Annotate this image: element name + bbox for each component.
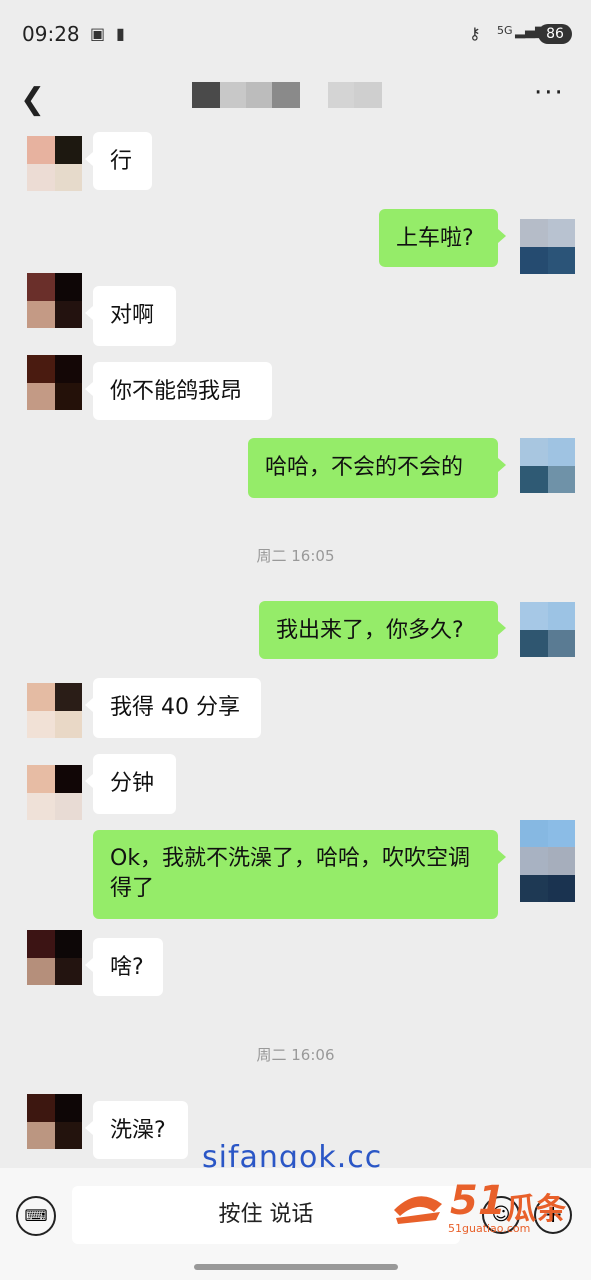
watermark-logo: 51 瓜条 51guatiao.com [390, 1178, 580, 1242]
avatar[interactable] [27, 273, 82, 328]
message-bubble[interactable]: 上车啦? [379, 209, 506, 267]
message-text: 我得 40 分享 [110, 695, 240, 720]
message-bubble[interactable]: 行 [85, 132, 152, 190]
message-bubble[interactable]: 你不能鸽我昂 [85, 362, 272, 420]
logo-number: 51 [450, 1178, 506, 1224]
message-text: 我出来了，你多久? [276, 618, 464, 643]
avatar[interactable] [27, 1094, 82, 1149]
avatar[interactable] [520, 438, 575, 493]
message-bubble[interactable]: 我得 40 分享 [85, 678, 261, 738]
avatar[interactable] [520, 602, 575, 657]
message-text: Ok，我就不洗澡了，哈哈，吹吹空调得了 [110, 846, 471, 901]
logo-icon [394, 1196, 442, 1224]
more-options-icon[interactable]: ··· [534, 78, 565, 108]
message-text: 分钟 [110, 771, 155, 796]
message-bubble[interactable]: 分钟 [85, 754, 176, 814]
avatar[interactable] [520, 820, 575, 902]
message-bubble[interactable]: 对啊 [85, 286, 176, 346]
network-indicator: 5G [497, 24, 513, 37]
message-text: 上车啦? [396, 226, 474, 251]
avatar[interactable] [27, 355, 82, 410]
chat-header: ❮ ··· [0, 70, 591, 126]
avatar[interactable] [520, 219, 575, 274]
message-text: 洗澡? [110, 1118, 166, 1143]
avatar[interactable] [27, 930, 82, 985]
clock: 09:28 [22, 22, 80, 46]
message-text: 行 [110, 149, 133, 174]
message-timestamp: 周二 16:06 [256, 1046, 335, 1064]
avatar[interactable] [27, 136, 82, 191]
key-icon: ⚷ [469, 24, 481, 43]
message-text: 对啊 [110, 303, 155, 328]
message-bubble[interactable]: 洗澡? [85, 1101, 188, 1159]
message-text: 你不能鸽我昂 [110, 379, 243, 404]
chevron-left-icon[interactable]: ❮ [20, 82, 45, 117]
status-bar: 09:28 ▣ ▮ ⚷ 5G ▂▄▆ 86 [0, 0, 591, 70]
avatar[interactable] [27, 683, 82, 738]
message-text: 啥? [110, 955, 144, 980]
chat-title-blurred [192, 82, 382, 108]
message-bubble[interactable]: Ok，我就不洗澡了，哈哈，吹吹空调得了 [93, 830, 506, 919]
battery-indicator: 86 [538, 24, 572, 44]
keyboard-icon[interactable]: ⌨ [16, 1196, 56, 1236]
home-indicator[interactable] [194, 1264, 398, 1270]
message-bubble[interactable]: 我出来了，你多久? [259, 601, 506, 659]
message-text: 哈哈，不会的不会的 [265, 455, 464, 480]
message-bubble[interactable]: 啥? [85, 938, 163, 996]
notification-icon: ▮ [116, 24, 125, 43]
message-bubble[interactable]: 哈哈，不会的不会的 [248, 438, 506, 498]
avatar[interactable] [27, 765, 82, 820]
logo-url: 51guatiao.com [448, 1222, 531, 1235]
message-timestamp: 周二 16:05 [256, 547, 335, 565]
screenshot-icon: ▣ [90, 24, 106, 43]
